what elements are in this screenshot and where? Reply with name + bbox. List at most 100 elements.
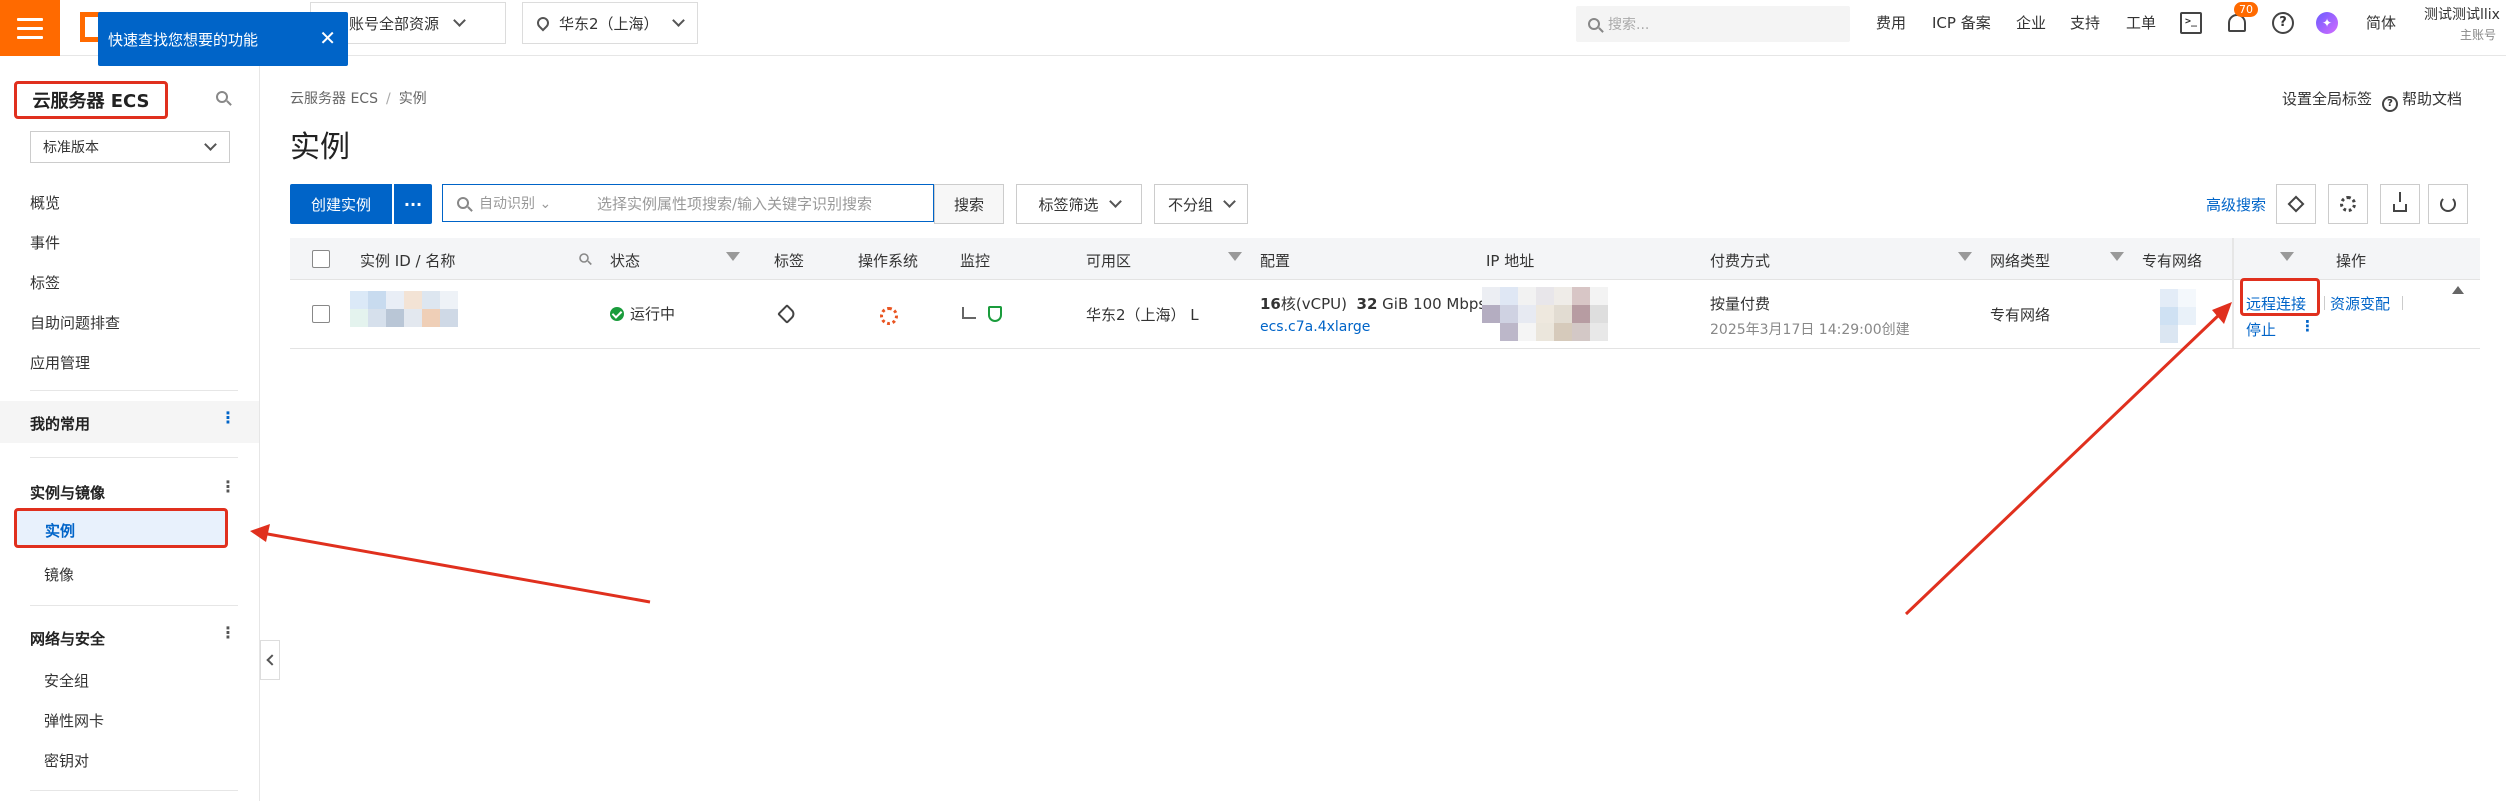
col-monitor: 监控 <box>960 252 991 270</box>
sidebar-group-network[interactable]: 网络与安全 <box>30 628 105 649</box>
chevron-down-icon <box>1223 195 1236 208</box>
tag-filter-label: 标签筛选 <box>1038 195 1099 214</box>
resource-select-label: 账号全部资源 <box>349 14 440 33</box>
sidebar-item-images[interactable]: 镜像 <box>44 564 74 585</box>
global-search-placeholder: 搜索... <box>1608 17 1650 33</box>
more-actions-button[interactable]: ··· <box>394 184 432 224</box>
col-operations: 操作 <box>2296 250 2387 271</box>
group-select[interactable]: 不分组 <box>1154 184 1248 224</box>
user-name[interactable]: 测试测试llix <box>2424 4 2500 24</box>
nav-ticket[interactable]: 工单 <box>2126 12 2156 33</box>
more-icon[interactable]: ⋮ <box>220 625 236 641</box>
memory-bandwidth: GiB 100 Mbps <box>1382 295 1487 313</box>
top-bar: 账号全部资源 华东2（上海） 搜索... 费用 ICP 备案 企业 支持 工单 … <box>0 0 2506 56</box>
filter-icon[interactable] <box>1228 252 1242 261</box>
search-icon[interactable] <box>579 253 589 263</box>
check-circle-icon <box>610 307 624 321</box>
search-icon[interactable] <box>216 91 228 103</box>
col-status: 状态 <box>610 252 641 270</box>
cpu-unit: 核(vCPU) <box>1280 295 1347 313</box>
billing-method: 按量付费 <box>1710 295 1771 313</box>
more-icon[interactable]: ⋮ <box>220 479 236 495</box>
table-header: 实例 ID / 名称 状态 标签 操作系统 监控 可用区 配置 IP 地址 付费… <box>290 238 2480 280</box>
resize-link[interactable]: 资源变配 <box>2330 293 2390 314</box>
filter-icon[interactable] <box>1958 252 1972 261</box>
sidebar-item-instances[interactable]: 实例 <box>14 508 228 548</box>
refresh-button[interactable] <box>2428 184 2468 224</box>
row-checkbox[interactable] <box>312 305 330 323</box>
terminal-icon[interactable]: >_ <box>2180 12 2202 34</box>
set-global-tags-link[interactable]: 设置全局标签 <box>2282 88 2372 109</box>
sidebar-group-favorites[interactable]: 我的常用 <box>30 413 90 434</box>
language-switch[interactable]: 简体 <box>2366 12 2396 33</box>
sidebar-item-eni[interactable]: 弹性网卡 <box>44 710 104 731</box>
layers-icon <box>2287 195 2305 213</box>
avatar-icon[interactable]: ✦ <box>2316 12 2338 34</box>
breadcrumb-ecs[interactable]: 云服务器 ECS <box>290 91 378 107</box>
redacted-vpc[interactable] <box>2160 289 2196 343</box>
sidebar-item-app-management[interactable]: 应用管理 <box>30 352 90 373</box>
chevron-left-icon <box>265 654 278 666</box>
filter-icon[interactable] <box>2110 252 2124 261</box>
annotation-arrows <box>250 302 2232 616</box>
status-running: 运行中 <box>610 303 675 324</box>
global-search-input[interactable]: 搜索... <box>1576 6 1850 42</box>
tag-icon[interactable] <box>777 304 797 324</box>
more-icon[interactable]: ⋮ <box>2300 317 2315 335</box>
advanced-search-link[interactable]: 高级搜索 <box>2206 194 2266 215</box>
scroll-up-icon[interactable] <box>2452 286 2464 294</box>
version-select[interactable]: 标准版本 <box>30 131 230 163</box>
col-zone: 可用区 <box>1086 252 1132 270</box>
nav-billing[interactable]: 费用 <box>1876 12 1906 33</box>
config-spec: 16核(vCPU) 32 GiB 100 Mbps <box>1260 293 1486 314</box>
search-mode-select[interactable]: 自动识别 ⌄ <box>479 193 569 213</box>
tooltip-text: 快速查找您想要的功能 <box>108 30 259 49</box>
search-icon <box>1588 18 1600 30</box>
redacted-instance-id[interactable] <box>350 291 458 327</box>
region-select[interactable]: 华东2（上海） <box>522 2 698 44</box>
divider <box>2324 296 2325 310</box>
stop-link[interactable]: 停止 <box>2246 319 2276 340</box>
instance-type-link[interactable]: ecs.c7a.4xlarge <box>1260 319 1370 335</box>
sidebar-item-events[interactable]: 事件 <box>30 232 60 253</box>
help-docs-link[interactable]: ? 帮助文档 <box>2382 88 2462 112</box>
select-all-checkbox[interactable] <box>312 250 330 268</box>
product-title: 云服务器 ECS <box>14 81 168 119</box>
col-config: 配置 <box>1260 252 1291 270</box>
divider <box>30 457 238 458</box>
created-time: 2025年3月17日 14:29:00创建 <box>1710 322 1910 338</box>
layers-button[interactable] <box>2276 184 2316 224</box>
close-icon[interactable]: ✕ <box>319 25 336 51</box>
col-ip: IP 地址 <box>1486 252 1535 270</box>
location-pin-icon <box>534 14 552 32</box>
arrow-to-remote-connect <box>1904 310 2224 616</box>
create-instance-button[interactable]: 创建实例 <box>290 184 392 224</box>
chevron-down-icon <box>453 14 466 27</box>
sidebar-item-tags[interactable]: 标签 <box>30 272 60 293</box>
sidebar-item-security-groups[interactable]: 安全组 <box>44 670 89 691</box>
nav-icp[interactable]: ICP 备案 <box>1932 12 1991 33</box>
ubuntu-icon <box>880 307 898 325</box>
help-icon[interactable]: ? <box>2272 12 2294 34</box>
nav-support[interactable]: 支持 <box>2070 12 2100 33</box>
shield-check-icon[interactable] <box>988 306 1002 322</box>
menu-icon[interactable] <box>0 0 60 56</box>
divider <box>2402 296 2403 310</box>
filter-icon[interactable] <box>2280 252 2294 261</box>
instance-search-input[interactable]: 自动识别 ⌄ 选择实例属性项搜索/输入关键字识别搜索 <box>442 184 934 222</box>
tag-filter-button[interactable]: 标签筛选 <box>1016 184 1142 224</box>
sidebar-item-overview[interactable]: 概览 <box>30 192 60 213</box>
nav-enterprise[interactable]: 企业 <box>2016 12 2046 33</box>
download-button[interactable] <box>2380 184 2420 224</box>
collapse-sidebar-button[interactable] <box>260 640 280 680</box>
sidebar-group-instances[interactable]: 实例与镜像 <box>30 482 105 503</box>
redacted-ip-address[interactable] <box>1482 287 1608 341</box>
filter-icon[interactable] <box>726 252 740 261</box>
download-icon <box>2393 192 2407 212</box>
search-button[interactable]: 搜索 <box>934 184 1004 224</box>
sidebar-item-key-pairs[interactable]: 密钥对 <box>44 750 89 771</box>
chart-icon[interactable] <box>962 307 976 319</box>
sidebar-item-troubleshoot[interactable]: 自助问题排查 <box>30 312 120 333</box>
settings-button[interactable] <box>2328 184 2368 224</box>
more-icon[interactable]: ⋮ <box>220 410 236 426</box>
